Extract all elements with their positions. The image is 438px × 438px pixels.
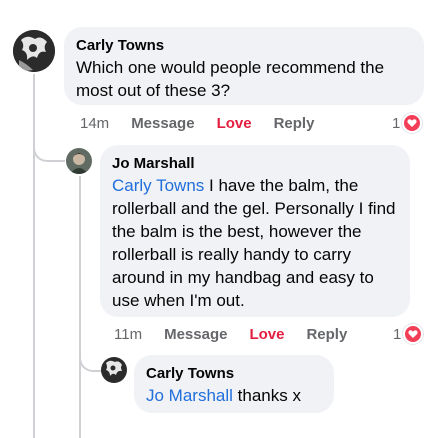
heart-icon — [403, 324, 424, 344]
comment-text-line: Carly Towns I have the balm, the — [112, 174, 398, 197]
comment-author[interactable]: Jo Marshall — [112, 154, 398, 174]
comment-text-line: around in my handbag and easy to — [112, 268, 374, 287]
comment-text-line: Which one would people recommend the — [76, 58, 385, 77]
comment-text-line: the balm is the best, however the — [112, 222, 362, 241]
love-button[interactable]: Love — [217, 115, 252, 132]
comment-author[interactable]: Carly Towns — [76, 36, 412, 56]
message-button[interactable]: Message — [164, 326, 227, 343]
reaction-count: 1 — [393, 325, 402, 343]
comment-bubble-3[interactable]: Carly Towns Jo Marshall thanks x — [134, 355, 334, 413]
avatar-jo-marshall[interactable] — [66, 148, 92, 174]
avatar-image — [13, 30, 55, 72]
reaction-count: 1 — [392, 114, 401, 132]
avatar-carly-towns[interactable] — [13, 30, 55, 72]
comment-actions-2: 11m Message Love Reply — [114, 324, 369, 344]
avatar-image — [66, 148, 92, 174]
thread-elbow-reply-1 — [33, 130, 65, 162]
thread-line-main — [33, 74, 35, 438]
comment-text-line: most out of these 3? — [76, 81, 231, 100]
comment-bubble-2[interactable]: Jo Marshall Carly Towns I have the balm,… — [100, 145, 410, 317]
comment-text-fragment: thanks x — [232, 386, 301, 405]
comment-text-line: rollerball is really handy to carry — [112, 245, 352, 264]
love-button[interactable]: Love — [249, 326, 284, 343]
comment-actions-1: 14m Message Love Reply — [80, 113, 336, 133]
avatar-image — [101, 357, 127, 383]
avatar-carly-towns-reply[interactable] — [101, 357, 127, 383]
comment-bubble-1[interactable]: Carly Towns Which one would people recom… — [64, 27, 424, 105]
heart-icon — [402, 113, 423, 133]
comment-timestamp[interactable]: 11m — [114, 326, 142, 343]
reply-button[interactable]: Reply — [274, 115, 315, 132]
reply-button[interactable]: Reply — [306, 326, 347, 343]
message-button[interactable]: Message — [131, 115, 194, 132]
comment-text-line: use when I'm out. — [112, 291, 245, 310]
comment-timestamp[interactable]: 14m — [80, 115, 109, 132]
mention-link[interactable]: Jo Marshall — [146, 386, 233, 405]
comment-text-fragment: I have the balm, the — [204, 176, 359, 195]
reaction-summary-2[interactable]: 1 — [393, 323, 424, 345]
reaction-summary-1[interactable]: 1 — [392, 112, 423, 134]
comment-text-line: Jo Marshall thanks x — [146, 384, 322, 407]
mention-link[interactable]: Carly Towns — [112, 176, 204, 195]
comment-author[interactable]: Carly Towns — [146, 364, 322, 384]
comment-text-line: rollerball and the gel. Personally I fin… — [112, 199, 396, 218]
thread-line-reply — [79, 176, 81, 438]
